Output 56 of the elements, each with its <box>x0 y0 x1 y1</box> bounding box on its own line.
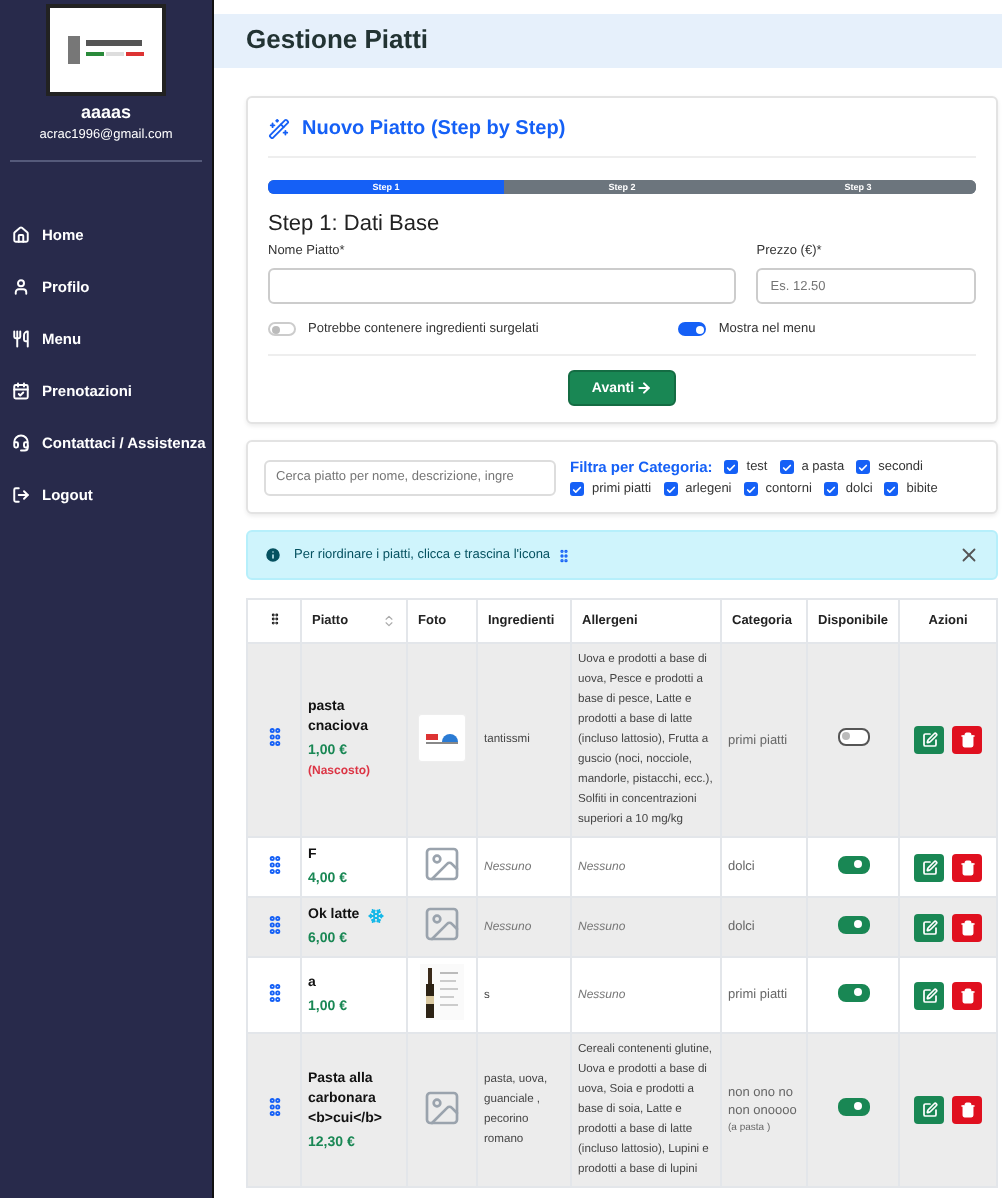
trash-icon <box>959 987 975 1003</box>
trash-icon <box>959 1102 975 1118</box>
trash-icon <box>959 919 975 935</box>
headset-icon <box>12 433 30 451</box>
delete-button[interactable] <box>952 981 982 1009</box>
toggle-switch[interactable] <box>837 1098 869 1116</box>
user-icon <box>12 277 30 295</box>
toggle-switch[interactable] <box>837 915 869 933</box>
image-placeholder-icon <box>422 904 462 944</box>
checkbox[interactable] <box>663 482 678 496</box>
checkbox[interactable] <box>570 482 584 496</box>
wizard-title: Nuovo Piatto (Step by Step) <box>302 118 566 140</box>
close-button[interactable] <box>958 544 980 566</box>
edit-icon <box>921 859 937 875</box>
trash-icon <box>959 732 975 748</box>
checkbox[interactable] <box>856 460 871 474</box>
logout-icon <box>12 485 30 503</box>
drag-handle-icon <box>556 547 573 563</box>
toggle-switch[interactable] <box>837 855 869 873</box>
delete-button[interactable] <box>952 1096 982 1124</box>
toggle-switch[interactable] <box>678 322 707 336</box>
checkbox[interactable] <box>724 460 739 474</box>
wand-icon <box>268 118 290 140</box>
logo <box>46 4 166 96</box>
edit-icon <box>921 987 937 1003</box>
page-title: Gestione Piatti <box>214 14 1002 68</box>
edit-icon <box>921 919 937 935</box>
image-placeholder-icon <box>422 1087 462 1127</box>
delete-button[interactable] <box>952 726 982 754</box>
delete-button[interactable] <box>952 913 982 941</box>
calendar-icon <box>12 381 30 399</box>
utensils-icon <box>12 329 30 347</box>
edit-icon <box>921 1102 937 1118</box>
trash-icon <box>959 859 975 875</box>
info-icon <box>264 546 282 564</box>
step-heading: Step 1: Dati Base <box>268 212 442 236</box>
user-name: aaaas <box>80 102 132 122</box>
toggle-switch[interactable] <box>837 728 869 746</box>
edit-button[interactable] <box>914 853 944 881</box>
edit-icon <box>921 732 937 748</box>
home-icon <box>12 225 30 243</box>
toggle-switch[interactable] <box>837 983 869 1001</box>
edit-button[interactable] <box>914 913 944 941</box>
arrow-right-icon <box>636 380 653 396</box>
checkbox[interactable] <box>884 482 899 496</box>
checkbox[interactable] <box>823 482 838 496</box>
checkbox[interactable] <box>743 482 758 496</box>
edit-button[interactable] <box>914 1096 944 1124</box>
edit-button[interactable] <box>914 726 944 754</box>
image-placeholder-icon <box>422 844 462 884</box>
input-field[interactable] <box>268 268 737 304</box>
checkbox[interactable] <box>779 460 794 474</box>
delete-button[interactable] <box>952 853 982 881</box>
edit-button[interactable] <box>914 981 944 1009</box>
drag-handle-icon <box>267 612 281 626</box>
snowflake-icon <box>367 908 384 924</box>
